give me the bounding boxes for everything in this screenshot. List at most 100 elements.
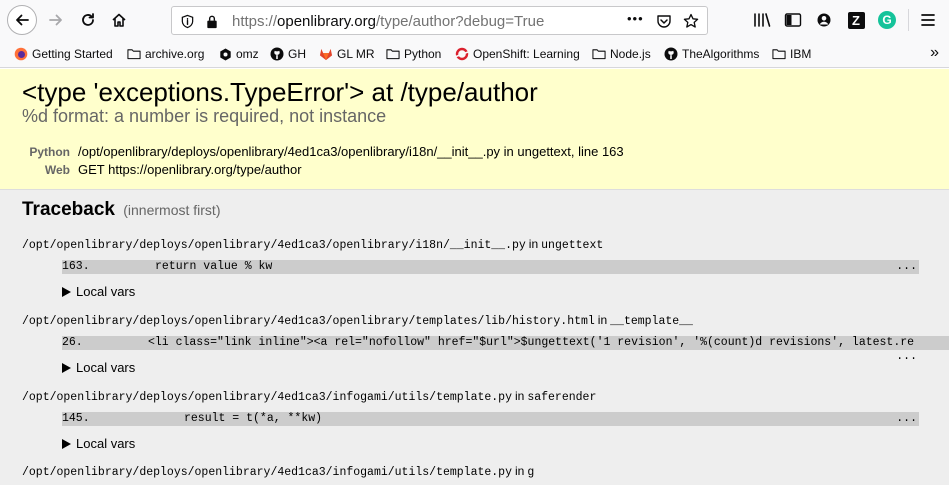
- menu-icon[interactable]: [917, 9, 939, 31]
- frame-function: saferender: [527, 391, 597, 404]
- bookmark-label: GL MR: [337, 47, 375, 61]
- sidebar-icon[interactable]: [782, 9, 804, 31]
- frame-function: g: [527, 466, 535, 479]
- frame-file: /opt/openlibrary/deploys/openlibrary/4ed…: [22, 389, 596, 404]
- traceback-heading: Traceback (innermost first): [22, 199, 220, 221]
- code-context-line[interactable]: 163. return value % kw ...: [62, 260, 919, 274]
- folder-icon: [386, 47, 400, 61]
- error-title: <type 'exceptions.TypeError'> at /type/a…: [22, 77, 538, 107]
- bookmark-label: GH: [288, 47, 306, 61]
- bookmark-label: Python: [404, 47, 442, 61]
- python-label: Python: [29, 145, 70, 159]
- browser-toolbar: https://openlibrary.org/type/author?debu…: [0, 0, 949, 40]
- bookmarks-toolbar: Getting Started archive.org omz GH GL MR…: [0, 40, 949, 68]
- bookmark-nodejs[interactable]: Node.js: [592, 46, 651, 62]
- line-number: 26.: [62, 336, 83, 349]
- forward-button[interactable]: [42, 6, 70, 34]
- code-ellipsis[interactable]: ...: [896, 350, 917, 363]
- bookmark-label: OpenShift: Learning: [473, 47, 580, 61]
- home-icon: [112, 13, 126, 27]
- traceback-subtitle: (innermost first): [123, 202, 221, 218]
- pocket-icon[interactable]: [655, 12, 673, 30]
- frame-file: /opt/openlibrary/deploys/openlibrary/4ed…: [22, 464, 534, 479]
- toolbar-divider: [908, 9, 909, 31]
- bookmark-label: archive.org: [145, 47, 205, 61]
- page-content: <type 'exceptions.TypeError'> at /type/a…: [0, 69, 949, 485]
- disclosure-triangle-icon: [62, 286, 71, 297]
- bookmark-thealgorithms[interactable]: TheAlgorithms: [664, 46, 759, 62]
- bookmark-label: omz: [236, 47, 259, 61]
- frame-in: in: [597, 313, 608, 327]
- traceback-title: Traceback: [22, 199, 115, 220]
- line-number: 163.: [62, 260, 90, 273]
- home-button[interactable]: [105, 6, 133, 34]
- bookmark-openshift[interactable]: OpenShift: Learning: [455, 46, 580, 62]
- bookmark-label: Getting Started: [32, 47, 113, 61]
- local-vars-label: Local vars: [76, 284, 136, 299]
- local-vars-toggle[interactable]: Local vars: [62, 284, 135, 299]
- account-icon[interactable]: [813, 9, 835, 31]
- folder-icon: [127, 47, 141, 61]
- frame-path: /opt/openlibrary/deploys/openlibrary/4ed…: [22, 315, 595, 328]
- bookmarks-overflow-button[interactable]: »: [930, 44, 939, 62]
- frame-in: in: [514, 389, 525, 403]
- info-icon[interactable]: [178, 12, 196, 30]
- frame-file: /opt/openlibrary/deploys/openlibrary/4ed…: [22, 237, 603, 252]
- code-text: result = t(*a, **kw): [184, 412, 323, 425]
- bookmark-omz[interactable]: omz: [218, 46, 259, 62]
- code-ellipsis[interactable]: ...: [896, 412, 917, 425]
- url-host: openlibrary.org: [277, 13, 376, 30]
- folder-icon: [592, 47, 606, 61]
- local-vars-toggle[interactable]: Local vars: [62, 360, 135, 375]
- grammarly-letter: G: [878, 11, 896, 29]
- back-arrow-icon: [16, 14, 29, 26]
- frame-path: /opt/openlibrary/deploys/openlibrary/4ed…: [22, 239, 526, 252]
- frame-in: in: [528, 237, 539, 251]
- reload-button[interactable]: [74, 6, 102, 34]
- bookmark-gh[interactable]: GH: [270, 46, 306, 62]
- grammarly-extension-icon[interactable]: G: [876, 9, 898, 31]
- disclosure-triangle-icon: [62, 438, 71, 449]
- code-text: return value % kw: [155, 260, 273, 273]
- python-value: /opt/openlibrary/deploys/openlibrary/4ed…: [78, 144, 624, 159]
- frame-in: in: [514, 464, 525, 478]
- gitlab-icon: [319, 47, 333, 61]
- firefox-icon: [14, 47, 28, 61]
- web-value: GET https://openlibrary.org/type/author: [78, 162, 302, 177]
- openshift-icon: [455, 47, 469, 61]
- folder-icon: [772, 47, 786, 61]
- code-context-line[interactable]: 145. result = t(*a, **kw) ...: [62, 412, 919, 426]
- library-icon[interactable]: [751, 9, 773, 31]
- local-vars-label: Local vars: [76, 360, 136, 375]
- bookmark-ibm[interactable]: IBM: [772, 46, 811, 62]
- code-ellipsis[interactable]: ...: [896, 260, 917, 273]
- address-bar[interactable]: https://openlibrary.org/type/author?debu…: [171, 6, 708, 35]
- reload-icon: [82, 13, 94, 26]
- back-button[interactable]: [7, 5, 37, 35]
- error-summary: <type 'exceptions.TypeError'> at /type/a…: [0, 69, 949, 190]
- frame-path: /opt/openlibrary/deploys/openlibrary/4ed…: [22, 391, 512, 404]
- frame-file: /opt/openlibrary/deploys/openlibrary/4ed…: [22, 313, 693, 328]
- error-message: %d format: a number is required, not ins…: [22, 106, 387, 126]
- web-label: Web: [44, 163, 70, 177]
- disclosure-triangle-icon: [62, 362, 71, 373]
- bookmark-python[interactable]: Python: [386, 46, 441, 62]
- bookmark-star-icon[interactable]: [682, 12, 700, 30]
- frame-function: ungettext: [541, 239, 604, 252]
- bookmark-archive-org[interactable]: archive.org: [127, 46, 204, 62]
- code-text: <li class="link inline"><a rel="nofollow…: [148, 336, 915, 349]
- gear-icon: [218, 47, 232, 61]
- zotero-letter: Z: [847, 11, 865, 29]
- bookmark-label: TheAlgorithms: [682, 47, 760, 61]
- line-number: 145.: [62, 412, 90, 425]
- zotero-extension-icon[interactable]: Z: [845, 9, 867, 31]
- frame-path: /opt/openlibrary/deploys/openlibrary/4ed…: [22, 466, 512, 479]
- code-context-line[interactable]: 26. <li class="link inline"><a rel="nofo…: [62, 336, 949, 364]
- bookmark-gl-mr[interactable]: GL MR: [319, 46, 375, 62]
- local-vars-toggle[interactable]: Local vars: [62, 436, 135, 451]
- bookmark-label: Node.js: [610, 47, 651, 61]
- github-icon: [270, 47, 284, 61]
- bookmark-getting-started[interactable]: Getting Started: [14, 46, 113, 62]
- page-actions-icon[interactable]: •••: [627, 11, 644, 26]
- lock-icon[interactable]: [203, 12, 221, 30]
